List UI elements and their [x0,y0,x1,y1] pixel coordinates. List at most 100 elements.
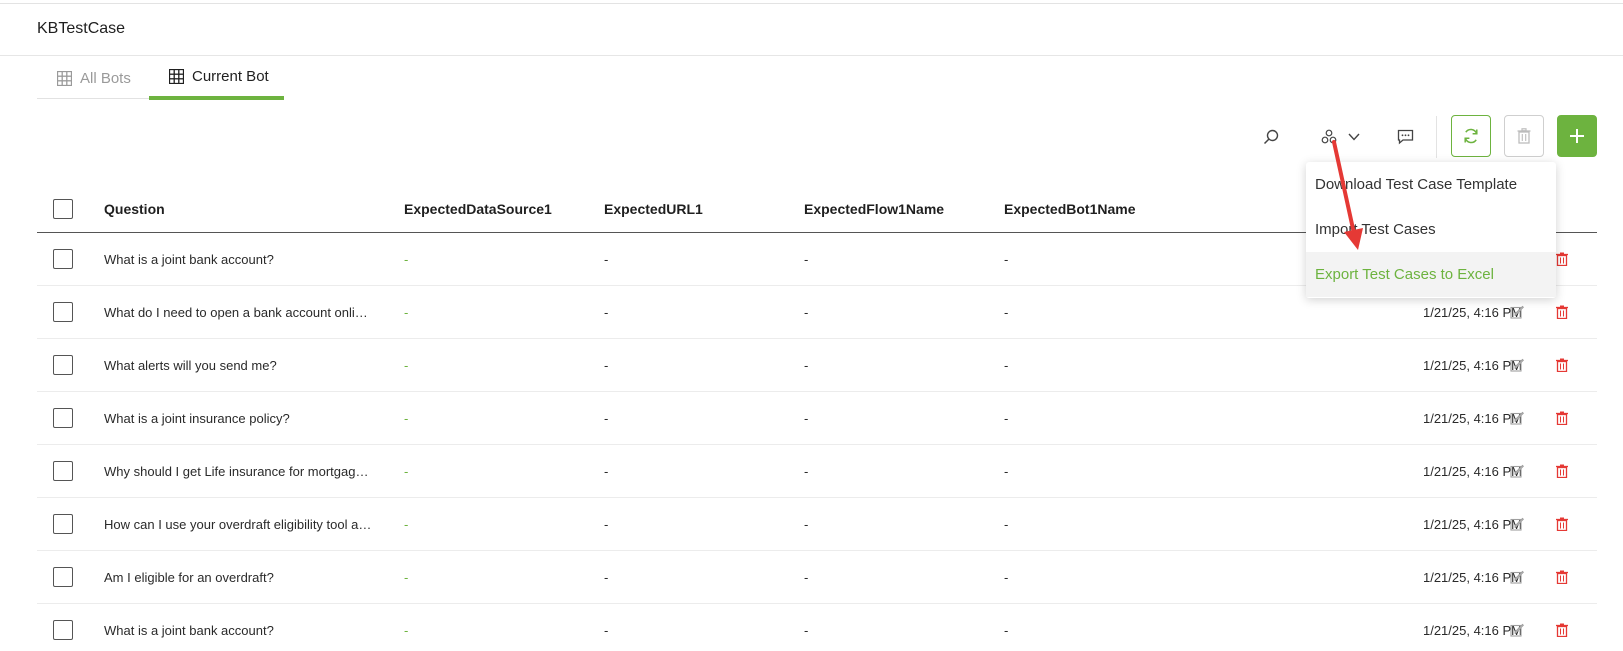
trash-icon [1556,411,1568,425]
date-cell: 1/21/25, 4:16 PM [1422,463,1522,479]
url-cell: - [604,410,609,426]
row-checkbox[interactable] [53,408,73,428]
edit-icon [1510,411,1524,425]
url-cell: - [604,516,609,532]
select-all-checkbox[interactable] [53,198,73,219]
datasource-cell: - [404,410,409,426]
edit-icon [1510,464,1524,478]
edit-icon [1510,570,1524,584]
trash-icon [1517,128,1531,144]
delete-button[interactable] [1504,115,1544,157]
datasource-cell: - [404,622,409,638]
delete-row-button[interactable] [1556,339,1572,391]
column-header-question[interactable]: Question [104,185,374,232]
trash-icon [1556,464,1568,478]
trash-icon [1556,252,1568,266]
row-checkbox[interactable] [53,302,73,322]
chevron-down-icon [1348,133,1360,141]
bot-cell: - [1004,251,1009,267]
tab-all-bots[interactable]: All Bots [57,57,131,99]
url-cell: - [604,251,609,267]
delete-row-button[interactable] [1556,498,1572,550]
date-cell: 1/21/25, 4:16 PM [1422,516,1522,532]
page-title: KBTestCase [37,20,126,37]
trash-icon [1556,570,1568,584]
column-header-flow[interactable]: ExpectedFlow1Name [804,185,984,232]
menu-item-import[interactable]: Import Test Cases [1306,207,1556,252]
row-checkbox[interactable] [53,514,73,534]
flow-cell: - [804,569,809,585]
url-cell: - [604,357,609,373]
edit-button[interactable] [1510,445,1526,497]
url-cell: - [604,622,609,638]
flow-cell: - [804,622,809,638]
question-cell: How can I use your overdraft eligibility… [104,517,374,532]
select-all-checkbox-cell [53,185,75,232]
tab-current-bot[interactable]: Current Bot [149,57,284,100]
flow-cell: - [804,463,809,479]
search-button[interactable] [1259,125,1283,149]
question-cell: What do I need to open a bank account on… [104,305,374,320]
flow-cell: - [804,410,809,426]
flow-cell: - [804,251,809,267]
search-icon [1263,129,1279,145]
date-cell: 1/21/25, 4:16 PM [1422,622,1522,638]
trash-icon [1556,517,1568,531]
tab-bar: All Bots Current Bot [37,57,284,100]
row-checkbox-cell [53,339,75,391]
column-header-bot[interactable]: ExpectedBot1Name [1004,185,1204,232]
row-checkbox[interactable] [53,461,73,481]
bot-cell: - [1004,569,1009,585]
row-checkbox[interactable] [53,355,73,375]
toolbar-separator [1436,116,1437,158]
row-checkbox-cell [53,498,75,550]
delete-row-button[interactable] [1556,233,1572,285]
group-menu-button[interactable] [1317,125,1365,149]
row-checkbox-cell [53,392,75,444]
comment-button[interactable] [1393,125,1417,149]
edit-button[interactable] [1510,498,1526,550]
column-header-datasource[interactable]: ExpectedDataSource1 [404,185,584,232]
menu-item-export-excel[interactable]: Export Test Cases to Excel [1306,252,1556,297]
date-cell: 1/21/25, 4:16 PM [1422,357,1522,373]
delete-row-button[interactable] [1556,445,1572,497]
edit-button[interactable] [1510,551,1526,603]
add-button[interactable] [1557,115,1597,157]
column-header-url[interactable]: ExpectedURL1 [604,185,784,232]
table-row: Why should I get Life insurance for mort… [37,445,1597,498]
delete-row-button[interactable] [1556,286,1572,338]
flow-cell: - [804,516,809,532]
datasource-cell: - [404,569,409,585]
datasource-cell: - [404,251,409,267]
bot-cell: - [1004,357,1009,373]
row-checkbox-cell [53,551,75,603]
row-checkbox-cell [53,604,75,651]
datasource-cell: - [404,357,409,373]
url-cell: - [604,304,609,320]
table-row: What is a joint bank account? - - - - 1/… [37,604,1597,651]
row-checkbox-cell [53,445,75,497]
row-checkbox[interactable] [53,567,73,587]
row-checkbox-cell [53,286,75,338]
question-cell: Am I eligible for an overdraft? [104,570,274,585]
title-divider [0,55,1623,56]
question-cell: Why should I get Life insurance for mort… [104,464,374,479]
delete-row-button[interactable] [1556,604,1572,651]
bot-cell: - [1004,463,1009,479]
refresh-button[interactable] [1451,115,1491,157]
delete-row-button[interactable] [1556,551,1572,603]
bot-cell: - [1004,304,1009,320]
question-cell: What is a joint bank account? [104,623,274,638]
edit-button[interactable] [1510,604,1526,651]
row-checkbox[interactable] [53,620,73,640]
row-checkbox-cell [53,233,75,285]
date-cell: 1/21/25, 4:16 PM [1422,410,1522,426]
date-cell: 1/21/25, 4:16 PM [1422,569,1522,585]
edit-button[interactable] [1510,392,1526,444]
menu-item-download-template[interactable]: Download Test Case Template [1306,162,1556,207]
delete-row-button[interactable] [1556,392,1572,444]
bot-cell: - [1004,410,1009,426]
edit-button[interactable] [1510,339,1526,391]
group-icon [1321,129,1337,144]
row-checkbox[interactable] [53,249,73,269]
